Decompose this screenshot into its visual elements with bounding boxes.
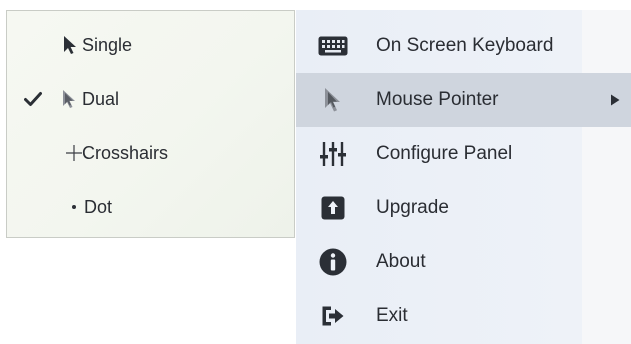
submenu-item-label: Dual xyxy=(82,88,120,109)
menu-item-exit[interactable]: Exit xyxy=(296,289,631,343)
menu-item-label: Mouse Pointer xyxy=(376,89,499,110)
submenu-item-crosshairs[interactable]: Crosshairs xyxy=(7,133,294,173)
main-menu: On Screen Keyboard Mouse Pointer Configu… xyxy=(296,10,631,344)
menu-item-label: Exit xyxy=(376,305,408,326)
submenu-item-dot[interactable]: Dot xyxy=(7,187,294,227)
exit-icon xyxy=(316,299,350,333)
menu-item-mouse-pointer[interactable]: Mouse Pointer xyxy=(296,73,631,127)
menu-item-label: Configure Panel xyxy=(376,143,513,164)
dot-icon xyxy=(63,195,85,219)
mouse-pointer-icon xyxy=(316,83,350,117)
menu-item-upgrade[interactable]: Upgrade xyxy=(296,181,631,235)
check-icon xyxy=(23,89,43,109)
submenu-item-single[interactable]: Single xyxy=(7,25,294,65)
submenu-arrow-icon xyxy=(607,92,623,108)
submenu-item-label: Crosshairs xyxy=(82,142,169,163)
menu-item-label: On Screen Keyboard xyxy=(376,35,554,56)
pointer-style-submenu: Single Dual Crosshairs Dot xyxy=(6,10,295,238)
menu-item-on-screen-keyboard[interactable]: On Screen Keyboard xyxy=(296,19,631,73)
menu-item-about[interactable]: About xyxy=(296,235,631,289)
keyboard-icon xyxy=(316,29,350,63)
menu-item-label: About xyxy=(376,251,426,272)
arrow-pointer-icon xyxy=(59,33,81,57)
menu-item-label: Upgrade xyxy=(376,197,449,218)
submenu-item-label: Dot xyxy=(84,196,113,217)
submenu-item-dual[interactable]: Dual xyxy=(7,79,294,119)
upgrade-icon xyxy=(316,191,350,225)
submenu-item-label: Single xyxy=(82,34,133,55)
dual-pointer-icon xyxy=(59,87,81,111)
info-icon xyxy=(316,245,350,279)
sliders-icon xyxy=(316,137,350,171)
menu-item-configure-panel[interactable]: Configure Panel xyxy=(296,127,631,181)
